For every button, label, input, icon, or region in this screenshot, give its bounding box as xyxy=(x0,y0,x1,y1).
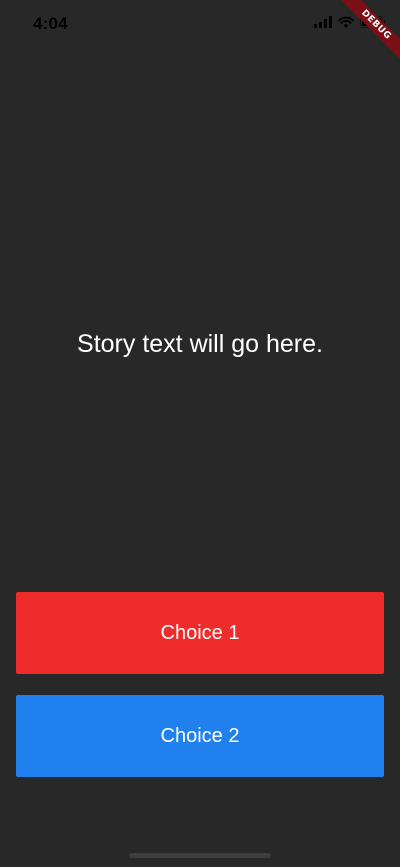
home-indicator[interactable] xyxy=(129,853,271,858)
status-bar: 4:04 xyxy=(0,0,400,44)
wifi-icon xyxy=(338,16,354,28)
app-screen: 4:04 DEBUG Story text will go here. Choi… xyxy=(0,0,400,867)
story-text: Story text will go here. xyxy=(77,330,323,358)
choice-1-button[interactable]: Choice 1 xyxy=(16,592,384,674)
choice-2-button[interactable]: Choice 2 xyxy=(16,695,384,777)
status-time: 4:04 xyxy=(33,14,68,33)
battery-icon xyxy=(360,16,386,28)
signal-icon xyxy=(314,16,332,28)
status-icons xyxy=(314,16,386,28)
